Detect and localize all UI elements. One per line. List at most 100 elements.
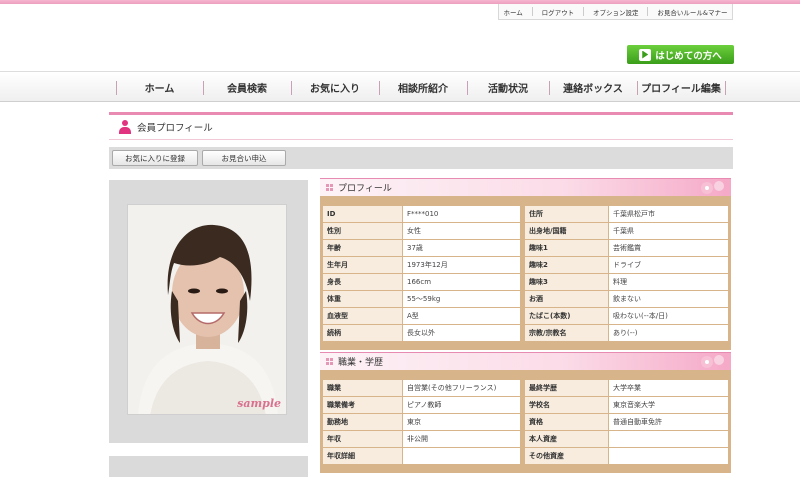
field-value: 37歳 [402, 239, 521, 257]
field-label: 住所 [524, 205, 609, 223]
nav-item-profile-edit[interactable]: プロフィール編集 [637, 72, 725, 103]
career-row: 職業備考 ピアノ教師 学校名 東京音楽大学 [322, 396, 729, 414]
field-value: 女性 [402, 222, 521, 240]
field-label: 趣味2 [524, 256, 609, 274]
career-table: 職業 自営業(その他フリーランス) 最終学歴 大学卒業 職業備考 ピアノ教師 学校名 東京音楽… [322, 379, 729, 465]
field-label: 職業 [322, 379, 403, 397]
field-value: 千葉県 [608, 222, 729, 240]
profile-table-wrap: ID F****010 住所 千葉県松戸市 性別 女性 出身地/国籍 千葉県 年齢 37歳 趣味1 芸… [320, 196, 731, 350]
field-value: あり(--) [608, 324, 729, 342]
profile-section-title: プロフィール [338, 184, 392, 194]
field-label: 体重 [322, 290, 403, 308]
field-value: A型 [402, 307, 521, 325]
first-time-button[interactable]: はじめての方へ [627, 45, 734, 64]
career-section-title: 職業・学歴 [338, 358, 384, 368]
nav-item-activity[interactable]: 活動状況 [467, 72, 549, 103]
field-label: 血液型 [322, 307, 403, 325]
career-row: 勤務地 東京 資格 普通自動車免許 [322, 413, 729, 431]
person-icon [119, 120, 131, 134]
util-divider [583, 7, 585, 16]
field-value: 長女以外 [402, 324, 521, 342]
field-label: 身長 [322, 273, 403, 291]
util-link-rules[interactable]: お見合いルール&マナー [657, 7, 727, 17]
nav-item-search[interactable]: 会員検索 [203, 72, 291, 103]
career-section-header: 職業・学歴 [320, 352, 731, 370]
field-label: お酒 [524, 290, 609, 308]
field-label: 資格 [524, 413, 609, 431]
field-value [608, 447, 729, 465]
profile-section-header: プロフィール [320, 178, 731, 196]
field-label: ID [322, 205, 403, 223]
field-label: 生年月 [322, 256, 403, 274]
field-value: 166cm [402, 273, 521, 291]
field-label: 出身地/国籍 [524, 222, 609, 240]
field-value: 55～59kg [402, 290, 521, 308]
nav-item-favorites[interactable]: お気に入り [291, 72, 379, 103]
field-label: 勤務地 [322, 413, 403, 431]
field-value: F****010 [402, 205, 521, 223]
page-title: 会員プロフィール [137, 123, 213, 134]
field-label: 年収 [322, 430, 403, 448]
nav-item-agency[interactable]: 相談所紹介 [379, 72, 467, 103]
field-value [608, 430, 729, 448]
util-link-options[interactable]: オプション設定 [593, 7, 639, 17]
add-favorite-button[interactable]: お気に入りに登録 [112, 150, 198, 166]
field-value [402, 447, 521, 465]
member-photo: sample [127, 204, 287, 415]
profile-row: 血液型 A型 たばこ(本数) 吸わない(--本/日) [322, 307, 729, 325]
field-value: 料理 [608, 273, 729, 291]
flower-icon [701, 181, 724, 194]
field-label: たばこ(本数) [524, 307, 609, 325]
arrow-icon [639, 48, 652, 61]
utility-nav: ホーム ログアウト オプション設定 お見合いルール&マナー [498, 4, 733, 20]
field-value: 千葉県松戸市 [608, 205, 729, 223]
page-title-bar: 会員プロフィール [109, 112, 733, 140]
field-label: 性別 [322, 222, 403, 240]
career-table-wrap: 職業 自営業(その他フリーランス) 最終学歴 大学卒業 職業備考 ピアノ教師 学校名 東京音楽… [320, 370, 731, 473]
field-label: 趣味1 [524, 239, 609, 257]
profile-row: 生年月 1973年12月 趣味2 ドライブ [322, 256, 729, 274]
field-value: ピアノ教師 [402, 396, 521, 414]
util-link-home[interactable]: ホーム [503, 7, 522, 17]
nav-item-messages[interactable]: 連絡ボックス [549, 72, 637, 103]
bullet-icon [326, 184, 333, 191]
profile-row: 続柄 長女以外 宗教/宗教名 あり(--) [322, 324, 729, 342]
secondary-panel [109, 456, 308, 477]
util-link-logout[interactable]: ログアウト [542, 7, 575, 17]
util-divider [647, 7, 649, 16]
career-row: 年収 非公開 本人資産 [322, 430, 729, 448]
profile-row: ID F****010 住所 千葉県松戸市 [322, 205, 729, 223]
main-nav: ホーム 会員検索 お気に入り 相談所紹介 活動状況 連絡ボックス プロフィール編… [0, 71, 800, 102]
field-value: 飲まない [608, 290, 729, 308]
field-value: 普通自動車免許 [608, 413, 729, 431]
sample-watermark: sample [237, 397, 281, 410]
field-label: 趣味3 [524, 273, 609, 291]
field-label: 職業備考 [322, 396, 403, 414]
field-label: 宗教/宗教名 [524, 324, 609, 342]
field-value: 非公開 [402, 430, 521, 448]
portrait-image [128, 205, 286, 414]
field-value: 東京音楽大学 [608, 396, 729, 414]
bullet-icon [326, 358, 333, 365]
field-label: その他資産 [524, 447, 609, 465]
field-value: 1973年12月 [402, 256, 521, 274]
field-label: 続柄 [322, 324, 403, 342]
field-value: 吸わない(--本/日) [608, 307, 729, 325]
util-divider [531, 7, 533, 16]
field-value: 東京 [402, 413, 521, 431]
field-value: 芸術鑑賞 [608, 239, 729, 257]
nav-divider [725, 81, 726, 95]
field-value: 大学卒業 [608, 379, 729, 397]
career-row: 年収詳細 その他資産 [322, 447, 729, 465]
profile-row: 体重 55～59kg お酒 飲まない [322, 290, 729, 308]
field-label: 学校名 [524, 396, 609, 414]
profile-row: 性別 女性 出身地/国籍 千葉県 [322, 222, 729, 240]
action-bar: お気に入りに登録 お見合い申込 [109, 147, 733, 169]
field-label: 年齢 [322, 239, 403, 257]
flower-icon [701, 355, 724, 368]
field-value: 自営業(その他フリーランス) [402, 379, 521, 397]
photo-panel: sample [109, 180, 308, 443]
omiai-request-button[interactable]: お見合い申込 [202, 150, 286, 166]
nav-item-home[interactable]: ホーム [116, 72, 203, 103]
first-time-label: はじめての方へ [655, 50, 722, 62]
